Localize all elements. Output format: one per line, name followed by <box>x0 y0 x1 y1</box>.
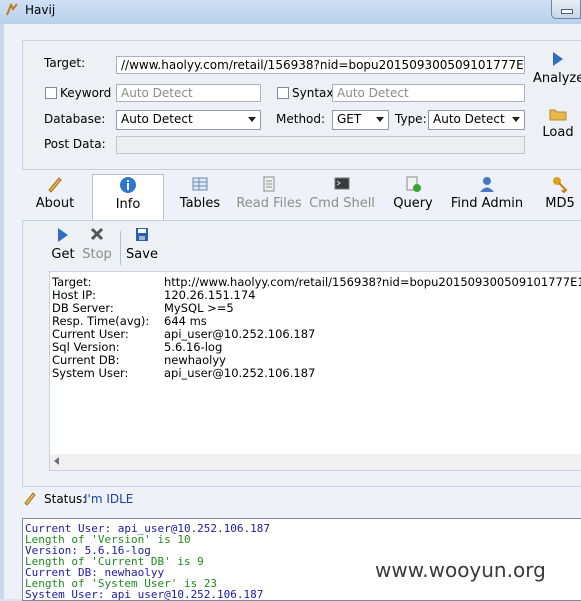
info-value: 644 ms <box>164 314 207 328</box>
havij-app-icon <box>6 3 18 16</box>
tab-label: Find Admin <box>450 196 524 211</box>
tab-query[interactable]: Query <box>388 174 438 219</box>
database-select-value: Auto Detect <box>121 112 193 126</box>
horizontal-scrollbar[interactable] <box>49 454 581 471</box>
tab-label: Cmd Shell <box>309 196 375 211</box>
analyze-label: Analyze <box>533 71 581 86</box>
stop-button[interactable]: Stop <box>81 227 113 262</box>
tab-read-files[interactable]: Read Files <box>236 174 302 219</box>
type-select-value: Auto Detect <box>433 112 505 126</box>
method-select-value: GET <box>337 112 362 126</box>
play-icon <box>58 228 68 242</box>
tab-label: About <box>35 196 75 211</box>
syntax-label: Syntax <box>292 86 334 100</box>
info-list: Target: http://www.haolyy.com/retail/1569… <box>49 271 581 456</box>
postdata-input[interactable] <box>116 136 525 154</box>
syntax-input[interactable]: Auto Detect <box>332 84 525 102</box>
tab-label: Tables <box>179 196 221 211</box>
info-value: 5.6.16-log <box>164 340 223 354</box>
chevron-down-icon <box>512 117 520 122</box>
info-value: MySQL >=5 <box>164 301 234 315</box>
info-value: newhaolyy <box>164 353 226 367</box>
tab-label: MD5 <box>545 196 575 211</box>
tab-label: Query <box>393 196 433 211</box>
info-key: Resp. Time(avg): <box>52 314 150 328</box>
log-line: System User: api_user@10.252.106.187 <box>25 588 264 601</box>
chevron-down-icon <box>376 117 384 122</box>
floppy-disk-icon <box>136 228 148 241</box>
analyze-button[interactable]: Analyze <box>533 51 581 86</box>
watermark: www.wooyun.org <box>372 558 549 582</box>
stop-label: Stop <box>82 247 112 262</box>
minimize-icon <box>561 9 573 14</box>
info-key: Target: <box>52 275 92 289</box>
terminal-icon <box>334 177 350 190</box>
target-input[interactable]: //www.haolyy.com/retail/156938?nid=bopu2… <box>116 56 525 74</box>
chevron-down-icon <box>248 117 256 122</box>
info-value: 120.26.151.174 <box>164 288 256 302</box>
tab-cmd-shell[interactable]: Cmd Shell <box>308 174 376 219</box>
load-button[interactable]: Load <box>533 107 581 140</box>
toolbar-separator <box>120 231 121 265</box>
minimize-button[interactable] <box>551 0 581 19</box>
tab-bar: About Info Tables Read Files Cmd Shell Q… <box>22 174 581 220</box>
info-key: Current User: <box>52 327 129 341</box>
save-button[interactable]: Save <box>125 227 159 262</box>
tab-label: Info <box>115 197 141 212</box>
info-key: Sql Version: <box>52 340 120 354</box>
pen-icon <box>24 492 36 506</box>
database-label: Database: <box>44 112 106 126</box>
target-panel: Target: //www.haolyy.com/retail/156938?n… <box>22 40 581 170</box>
status-label: Status: <box>44 492 87 506</box>
keyword-input[interactable]: Auto Detect <box>116 84 261 102</box>
window-title: Havij <box>25 3 56 17</box>
get-label: Get <box>51 247 75 262</box>
syntax-checkbox[interactable] <box>277 87 289 99</box>
save-label: Save <box>126 247 158 262</box>
file-icon <box>263 176 275 192</box>
query-icon <box>406 176 421 192</box>
info-value: api_user@10.252.106.187 <box>164 366 316 380</box>
info-icon <box>120 177 136 193</box>
method-select[interactable]: GET <box>332 110 389 130</box>
keyword-label: Keyword <box>60 86 112 100</box>
postdata-label: Post Data: <box>44 137 106 151</box>
key-icon <box>553 177 568 194</box>
status-value: I'm IDLE <box>84 492 134 506</box>
tab-about[interactable]: About <box>26 174 84 219</box>
tab-info[interactable]: Info <box>92 174 164 220</box>
folder-icon <box>549 109 567 121</box>
main-window: Target: //www.haolyy.com/retail/156938?n… <box>4 24 581 601</box>
close-icon <box>90 227 104 241</box>
keyword-checkbox[interactable] <box>45 87 57 99</box>
table-icon <box>192 177 208 191</box>
info-key: DB Server: <box>52 301 114 315</box>
tab-find-admin[interactable]: Find Admin <box>450 174 524 219</box>
load-label: Load <box>542 125 574 140</box>
admin-icon <box>480 177 494 192</box>
info-value: api_user@10.252.106.187 <box>164 327 316 341</box>
title-bar: Havij <box>0 0 581 24</box>
method-label: Method: <box>276 112 326 126</box>
info-key: System User: <box>52 366 129 380</box>
play-icon <box>553 52 563 66</box>
type-label: Type: <box>395 112 427 126</box>
tab-tables[interactable]: Tables <box>172 174 228 219</box>
info-key: Host IP: <box>52 288 97 302</box>
scroll-left-icon[interactable] <box>54 457 59 465</box>
tab-label: Read Files <box>236 196 302 211</box>
pen-icon <box>48 177 62 193</box>
get-button[interactable]: Get <box>49 227 77 262</box>
target-label: Target: <box>44 56 86 70</box>
info-key: Current DB: <box>52 353 120 367</box>
tab-md5[interactable]: MD5 <box>540 174 580 219</box>
type-select[interactable]: Auto Detect <box>428 110 525 130</box>
info-panel: Get Stop Save Target: http://www.haolyy.c… <box>22 220 581 487</box>
database-select[interactable]: Auto Detect <box>116 110 261 130</box>
info-value: http://www.haolyy.com/retail/156938?nid=… <box>164 275 581 289</box>
